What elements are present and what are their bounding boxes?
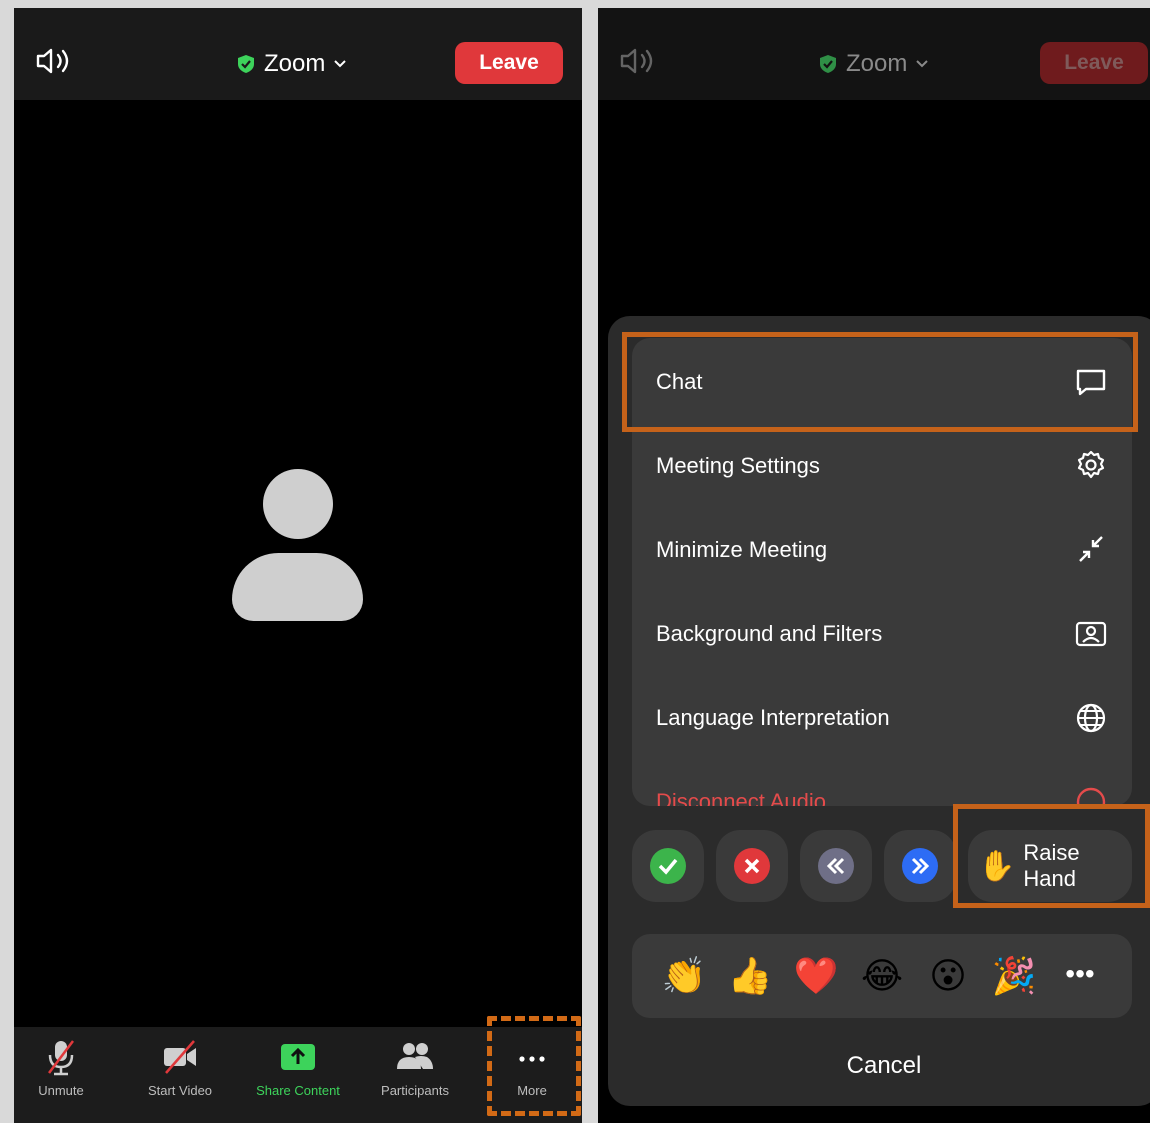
menu-item-language-interpretation[interactable]: Language Interpretation (632, 676, 1132, 760)
start-video-label: Start Video (147, 1083, 213, 1098)
yes-button[interactable] (632, 830, 704, 902)
gear-icon (1077, 450, 1105, 479)
menu-item-background-filters[interactable]: Background and Filters (632, 592, 1132, 676)
share-content-label: Share Content (256, 1083, 340, 1098)
leave-button[interactable]: Leave (455, 42, 563, 84)
speaker-icon[interactable] (34, 44, 74, 78)
meeting-screen: Zoom Leave Unmute Start Video Share Cont… (14, 8, 582, 1123)
party-emoji[interactable]: 🎉 (990, 952, 1038, 1000)
no-x-icon (734, 848, 770, 884)
chevron-down-icon (334, 60, 347, 68)
background-person-icon (1075, 621, 1107, 647)
menu-item-label: Language Interpretation (656, 705, 890, 730)
more-action-sheet: Chat Meeting Settings Minimize Meeting B… (608, 316, 1150, 1106)
go-slower-button[interactable] (800, 830, 872, 902)
yes-check-icon (650, 848, 686, 884)
muted-mic-icon (48, 1040, 74, 1076)
start-video-button[interactable]: Start Video (125, 1037, 235, 1117)
raise-hand-highlight-box (953, 804, 1150, 908)
menu-item-label: Minimize Meeting (656, 537, 828, 562)
avatar-head (263, 469, 333, 539)
top-bar: Zoom Leave (14, 8, 582, 100)
unmute-label: Unmute (38, 1083, 84, 1098)
chat-highlight-box (622, 332, 1138, 432)
menu-item-label: Disconnect Audio (656, 789, 826, 806)
menu-item-meeting-settings[interactable]: Meeting Settings (632, 424, 1132, 508)
menu-item-label: Background and Filters (656, 621, 883, 646)
menu-item-disconnect-audio[interactable]: Disconnect Audio (632, 760, 1132, 806)
participants-button[interactable]: Participants (360, 1037, 470, 1117)
participants-icon (397, 1043, 433, 1069)
menu-item-label: Meeting Settings (656, 453, 820, 478)
title-text: Zoom (846, 50, 908, 77)
more-menu-screen: Zoom Leave Chat Meeting Settings Minimiz… (598, 8, 1150, 1123)
top-bar-dimmed: Zoom Leave (598, 8, 1150, 100)
share-screen-icon (281, 1044, 315, 1070)
shield-check-icon (238, 55, 254, 73)
chevron-down-icon (916, 60, 929, 68)
slower-icon (818, 848, 854, 884)
meeting-title[interactable]: Zoom (818, 48, 929, 80)
participants-label: Participants (381, 1083, 449, 1098)
meeting-title[interactable]: Zoom (236, 48, 347, 80)
emoji-reaction-row: 👏 👍 ❤️ 😂 😮 🎉 ••• (632, 934, 1132, 1018)
thumbs-up-emoji[interactable]: 👍 (726, 952, 774, 1000)
globe-icon (1076, 703, 1106, 733)
more-reactions-button[interactable]: ••• (1060, 954, 1100, 994)
menu-item-minimize-meeting[interactable]: Minimize Meeting (632, 508, 1132, 592)
clap-emoji[interactable]: 👏 (660, 952, 708, 1000)
minimize-icon (1079, 536, 1103, 562)
cancel-button[interactable]: Cancel (608, 1038, 1150, 1094)
shield-check-icon (820, 55, 836, 73)
avatar-body (232, 553, 363, 621)
leave-button[interactable]: Leave (1040, 42, 1148, 84)
video-off-icon (164, 1040, 196, 1074)
share-content-button[interactable]: Share Content (243, 1037, 353, 1117)
laugh-emoji[interactable]: 😂 (858, 952, 906, 1000)
disconnect-audio-icon (1076, 787, 1106, 806)
more-highlight-box (487, 1016, 581, 1116)
no-button[interactable] (716, 830, 788, 902)
unmute-button[interactable]: Unmute (14, 1037, 116, 1117)
faster-icon (902, 848, 938, 884)
heart-emoji[interactable]: ❤️ (792, 952, 840, 1000)
title-text: Zoom (264, 50, 326, 77)
speaker-icon[interactable] (618, 44, 658, 78)
go-faster-button[interactable] (884, 830, 956, 902)
surprised-emoji[interactable]: 😮 (924, 952, 972, 1000)
